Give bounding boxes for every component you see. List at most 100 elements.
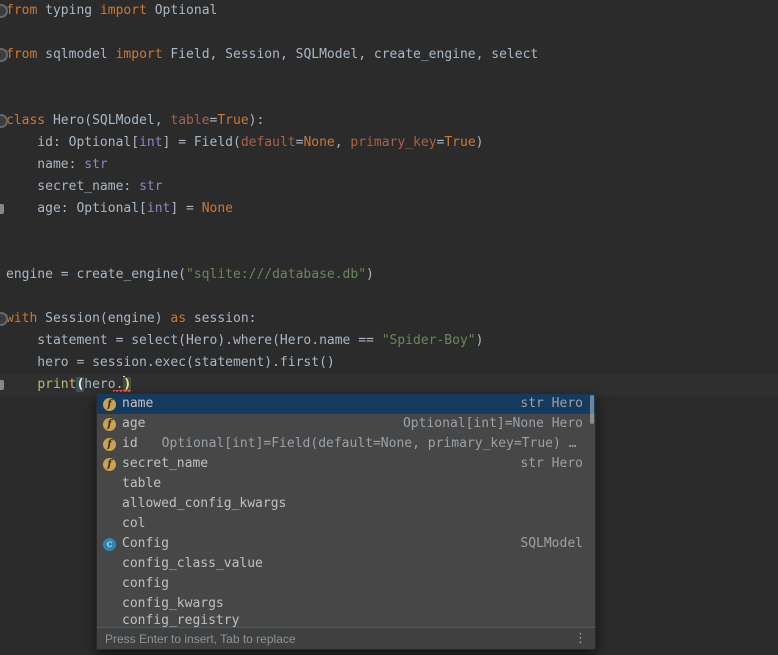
code-token: Field, Session, SQLModel, create_engine,… (163, 47, 539, 62)
code-line[interactable]: from sqlmodel import Field, Session, SQL… (0, 44, 778, 66)
completion-item[interactable]: table (97, 474, 595, 494)
completion-item-type-hint: Optional[int]=None Hero (403, 414, 583, 434)
code-token: statement = select(Hero).where(Hero.name… (6, 333, 382, 348)
field-icon: f (103, 418, 116, 431)
code-line[interactable]: name: str (0, 154, 778, 176)
code-token: ] = (170, 201, 201, 216)
completion-item[interactable]: config_registry (97, 614, 595, 627)
code-line[interactable] (0, 286, 778, 308)
popup-footer: Press Enter to insert, Tab to replace ⋮ (97, 627, 595, 649)
code-token: primary_key (350, 135, 436, 150)
completion-item-label: table (122, 474, 161, 494)
code-token: age: Optional[ (6, 201, 147, 216)
gutter-icon[interactable] (0, 204, 4, 214)
code-line[interactable]: class Hero(SQLModel, table=True): (0, 110, 778, 132)
completion-item-label: config (122, 574, 169, 594)
completion-item-label: name (122, 394, 153, 414)
completion-item[interactable]: fnamestr Hero (97, 394, 595, 414)
code-token: default (241, 135, 296, 150)
code-token: session: (186, 311, 256, 326)
completion-item-label: Config (122, 534, 169, 554)
code-token: "Spider-Boy" (382, 333, 476, 348)
popup-menu-icon[interactable]: ⋮ (574, 631, 587, 646)
code-token: None (202, 201, 233, 216)
completion-item-label: col (122, 514, 145, 534)
completion-item-signature: Optional[int]=Field(default=None, primar… (162, 434, 577, 454)
completion-item-type-hint: SQLModel (520, 534, 583, 554)
completion-item-label: config_kwargs (122, 594, 224, 614)
class-icon: c (103, 538, 116, 551)
code-token: import (100, 3, 147, 18)
popup-scrollbar[interactable] (590, 395, 594, 424)
code-token: ) (366, 267, 374, 282)
completion-item[interactable]: config_class_value (97, 554, 595, 574)
code-token: table (170, 113, 209, 128)
code-token: Session(engine) (37, 311, 170, 326)
completion-item[interactable]: col (97, 514, 595, 534)
code-token: import (116, 47, 163, 62)
completion-item-label: config_class_value (122, 554, 263, 574)
completion-popup: fnamestr HerofageOptional[int]=None Hero… (96, 393, 596, 650)
field-icon: f (103, 458, 116, 471)
code-token: as (170, 311, 186, 326)
code-line[interactable] (0, 220, 778, 242)
code-token: print (37, 377, 76, 392)
completion-item[interactable]: config (97, 574, 595, 594)
code-token: from (6, 47, 37, 62)
code-token: name: (6, 157, 84, 172)
gutter-icon[interactable] (0, 380, 4, 390)
code-token: ] = Field( (163, 135, 241, 150)
code-token: secret_name: (6, 179, 139, 194)
completion-item-label: secret_name (122, 454, 208, 474)
code-line[interactable] (0, 88, 778, 110)
code-token: str (139, 179, 162, 194)
code-token: ): (249, 113, 265, 128)
code-token (6, 377, 37, 392)
code-token: class (6, 113, 45, 128)
completion-item[interactable]: fage Optional[int]=None Hero (97, 414, 595, 434)
code-token: id: Optional[ (6, 135, 139, 150)
code-token: ) (476, 135, 484, 150)
completion-item-type-hint: str Hero (520, 454, 583, 474)
code-line[interactable]: statement = select(Hero).where(Hero.name… (0, 330, 778, 352)
code-token: sqlmodel (37, 47, 115, 62)
completion-item[interactable]: f secret_name str Hero (97, 454, 595, 474)
code-line[interactable] (0, 22, 778, 44)
code-token: engine = create_engine( (6, 267, 186, 282)
code-editor[interactable]: from typing import Optional from sqlmodel… (0, 0, 778, 396)
completion-item-label: id (122, 434, 138, 454)
completion-item-label: config_registry (122, 614, 239, 627)
completion-item[interactable]: fid Optional[int]=Field(default=None, pri… (97, 434, 595, 454)
code-token: True (444, 135, 475, 150)
completion-item-label: age (122, 414, 145, 434)
code-token: None (303, 135, 334, 150)
field-icon: f (103, 438, 116, 451)
code-line[interactable]: from typing import Optional (0, 0, 778, 22)
code-line[interactable]: secret_name: str (0, 176, 778, 198)
code-line[interactable] (0, 242, 778, 264)
ide-screen: from typing import Optional from sqlmodel… (0, 0, 778, 655)
code-line[interactable]: age: Optional[int] = None (0, 198, 778, 220)
code-token: with (6, 311, 37, 326)
completion-item[interactable]: config_kwargs (97, 594, 595, 614)
code-line[interactable]: hero = session.exec(statement).first() (0, 352, 778, 374)
completion-list: fnamestr HerofageOptional[int]=None Hero… (97, 394, 595, 627)
code-line[interactable]: with Session(engine) as session: (0, 308, 778, 330)
code-token: int (139, 135, 162, 150)
code-token: True (217, 113, 248, 128)
popup-footer-hint: Press Enter to insert, Tab to replace (105, 632, 296, 646)
code-token: str (84, 157, 107, 172)
code-token: int (147, 201, 170, 216)
code-token: typing (37, 3, 100, 18)
completion-item-type-hint: str Hero (520, 394, 583, 414)
completion-item[interactable]: c Config SQLModel (97, 534, 595, 554)
code-token: , (335, 135, 351, 150)
code-line[interactable]: id: Optional[int] = Field(default=None, … (0, 132, 778, 154)
code-line[interactable]: engine = create_engine("sqlite:///databa… (0, 264, 778, 286)
completion-item-label: allowed_config_kwargs (122, 494, 286, 514)
code-token: hero = session.exec(statement).first() (6, 355, 335, 370)
code-line[interactable] (0, 66, 778, 88)
completion-item[interactable]: allowed_config_kwargs (97, 494, 595, 514)
code-token: "sqlite:///database.db" (186, 267, 366, 282)
code-token: Optional (147, 3, 217, 18)
